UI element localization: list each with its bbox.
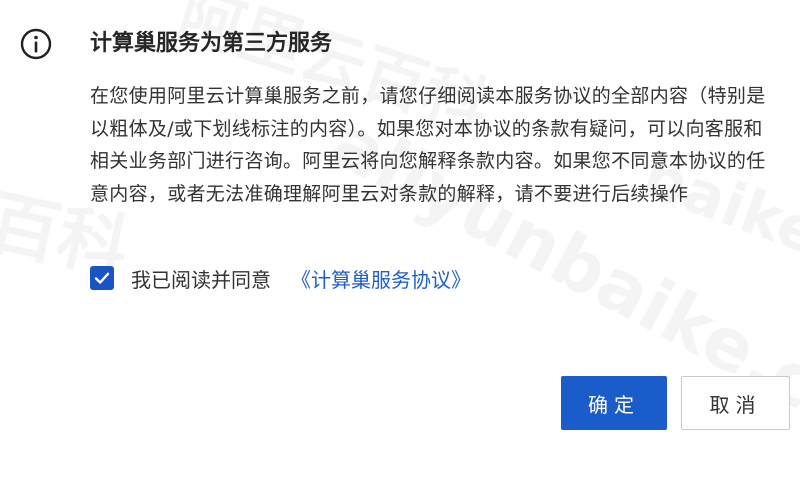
confirm-button[interactable]: 确定 (561, 376, 667, 430)
agreement-row: 我已阅读并同意 《计算巢服务协议》 (90, 263, 471, 293)
info-circle-icon (20, 28, 52, 60)
agree-label: 我已阅读并同意 (131, 267, 271, 292)
dialog-title: 计算巢服务为第三方服务 (90, 31, 333, 56)
agree-checkbox[interactable] (90, 266, 114, 290)
agreement-body-text: 在您使用阿里云计算巢服务之前，请您仔细阅读本服务协议的全部内容（特别是以粗体及/… (90, 85, 766, 205)
cancel-button[interactable]: 取消 (681, 376, 790, 430)
agreement-link[interactable]: 《计算巢服务协议》 (291, 264, 471, 293)
agreement-dialog: 阿里云百科 百科 aliyunbaike.com baike 计算巢服务为第三方… (0, 0, 800, 484)
checkmark-icon (94, 272, 110, 284)
